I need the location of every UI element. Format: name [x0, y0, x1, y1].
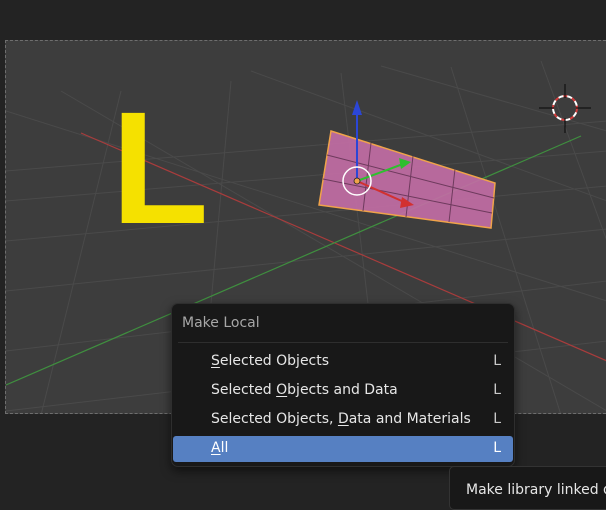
- menu-item-shortcut: L: [493, 411, 501, 427]
- overlay-letter: L: [111, 78, 209, 257]
- menu-item-label: Selected Objects and Data: [211, 382, 398, 398]
- tooltip-text: Make library linked d: [466, 482, 606, 498]
- header-bar: [0, 0, 606, 40]
- menu-item-selected-objects[interactable]: Selected Objects L: [173, 349, 513, 375]
- menu-item-selected-objects-data-materials[interactable]: Selected Objects, Data and Materials L: [173, 407, 513, 433]
- tooltip: Make library linked d: [449, 466, 606, 510]
- menu-item-shortcut: L: [493, 353, 501, 369]
- menu-item-all[interactable]: All L: [173, 436, 513, 462]
- object-origin-icon: [353, 177, 361, 185]
- menu-item-shortcut: L: [493, 440, 501, 456]
- menu-item-selected-objects-and-data[interactable]: Selected Objects and Data L: [173, 378, 513, 404]
- menu-separator: [178, 342, 508, 343]
- menu-item-label: Selected Objects, Data and Materials: [211, 411, 471, 427]
- make-local-menu: Make Local Selected Objects L Selected O…: [171, 303, 515, 467]
- selected-mesh[interactable]: [318, 130, 496, 229]
- menu-item-label: Selected Objects: [211, 353, 330, 369]
- gizmo-z-arrow-icon[interactable]: [352, 100, 362, 115]
- menu-title: Make Local: [182, 315, 260, 331]
- menu-item-label: All: [211, 440, 229, 456]
- menu-item-shortcut: L: [493, 382, 501, 398]
